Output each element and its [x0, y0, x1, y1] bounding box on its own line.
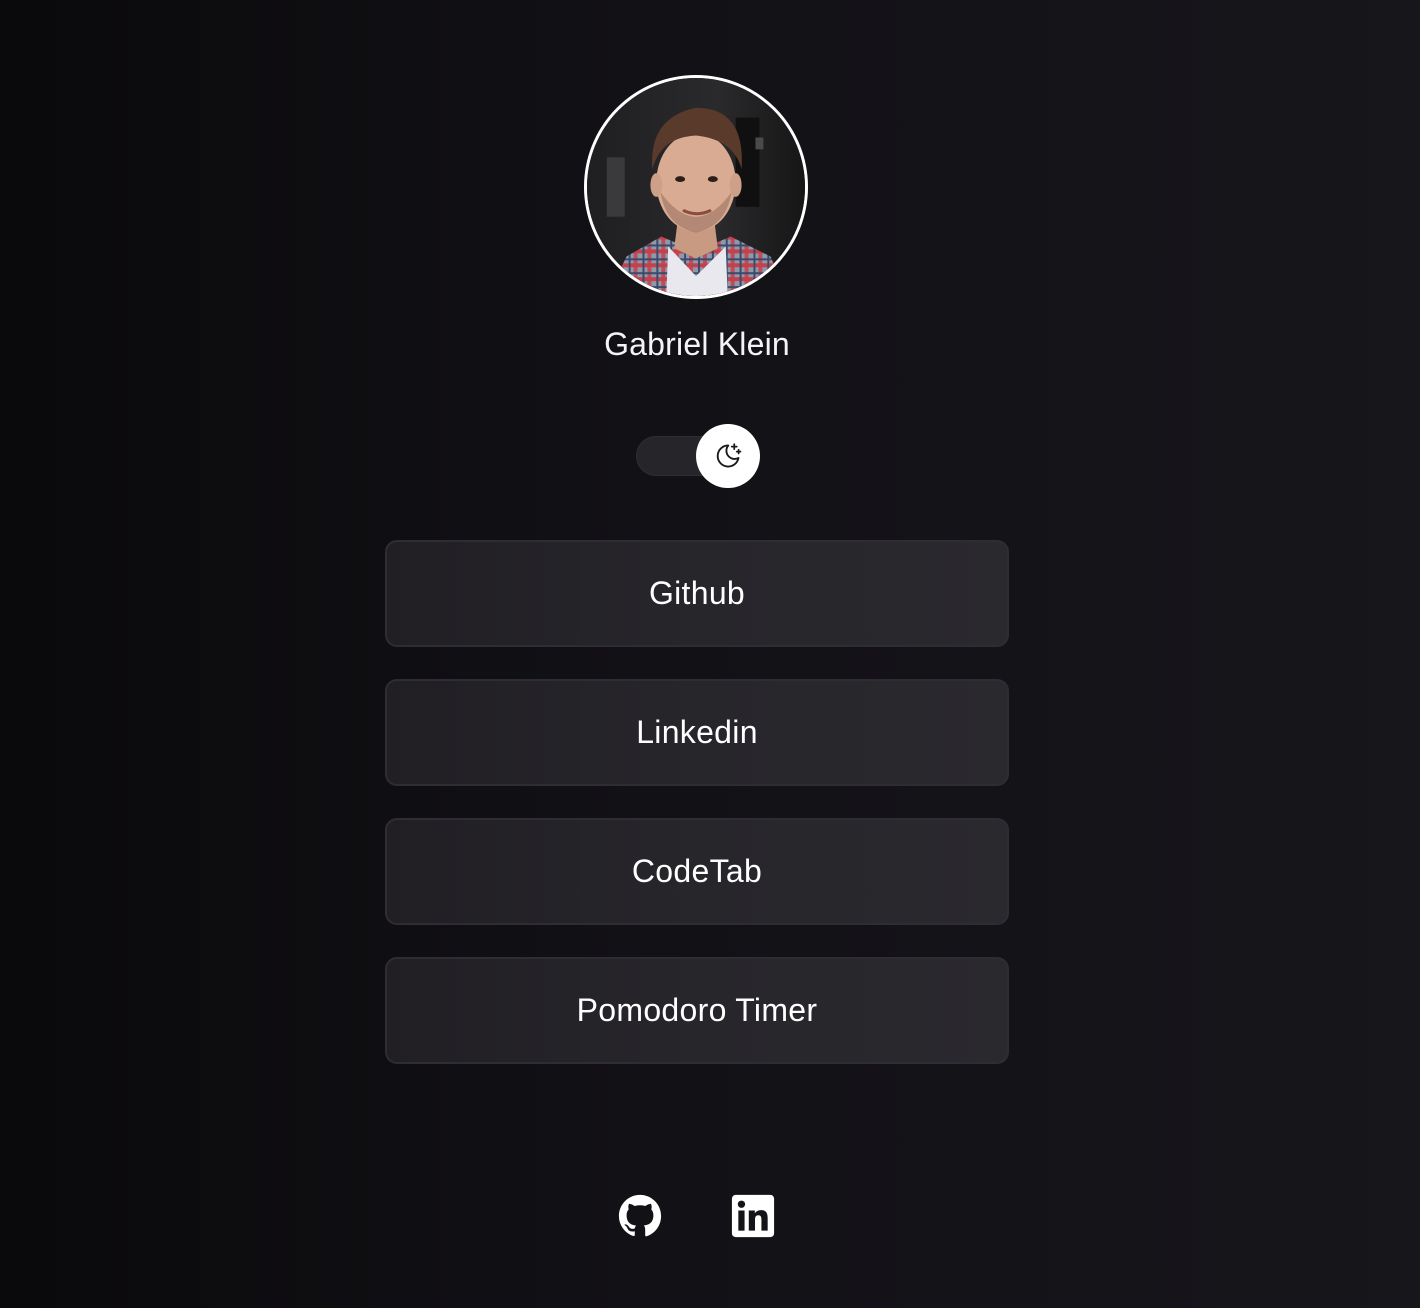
github-icon[interactable]: [618, 1194, 662, 1238]
profile-photo: [587, 78, 805, 296]
profile-name: Gabriel Klein: [604, 326, 790, 362]
github-link-button[interactable]: Github: [385, 540, 1009, 647]
avatar: [584, 75, 808, 299]
codetab-link-button[interactable]: CodeTab: [385, 818, 1009, 925]
linkedin-icon[interactable]: [731, 1194, 775, 1238]
theme-toggle[interactable]: [636, 424, 760, 488]
footer-social-icons: [618, 1194, 778, 1240]
moon-stars-icon: [716, 443, 742, 468]
linkedin-link-button[interactable]: Linkedin: [385, 679, 1009, 786]
pomodoro-timer-link-button[interactable]: Pomodoro Timer: [385, 957, 1009, 1064]
toggle-knob[interactable]: [696, 424, 760, 488]
link-list: Github Linkedin CodeTab Pomodoro Timer: [385, 540, 1009, 1096]
